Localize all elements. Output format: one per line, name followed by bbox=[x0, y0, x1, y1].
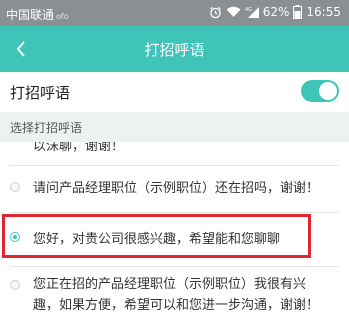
greeting-toggle-switch[interactable] bbox=[301, 80, 339, 102]
battery-percent: 62% bbox=[262, 5, 290, 19]
alarm-icon bbox=[209, 6, 221, 18]
greeting-toggle-row: 打招呼语 bbox=[0, 72, 349, 112]
toggle-knob bbox=[319, 82, 337, 100]
carrier-suffix: ofo bbox=[56, 12, 69, 21]
carrier-name: 中国联通 bbox=[6, 8, 55, 22]
status-icons: 4G 62% 16:55 bbox=[209, 5, 341, 19]
clock: 16:55 bbox=[306, 5, 341, 19]
carrier-label: 中国联通 ofo bbox=[6, 6, 69, 23]
status-bar: 中国联通 ofo 4G 62% 16:55 bbox=[0, 0, 349, 26]
section-header-label: 选择打招呼语 bbox=[10, 121, 83, 135]
greeting-toggle-label: 打招呼语 bbox=[10, 84, 71, 102]
signal-icon: 4G bbox=[245, 7, 259, 18]
greeting-item[interactable]: 请问产品经理职位（示例职位）还在招吗，谢谢！ bbox=[0, 166, 349, 212]
radio-button[interactable] bbox=[10, 182, 20, 192]
radio-button[interactable] bbox=[10, 280, 20, 290]
wifi-icon bbox=[226, 6, 241, 17]
greeting-text: 您正在招的产品经理职位（示例职位）我很有兴趣，如果方便，希望可以和您进一步沟通，… bbox=[33, 277, 320, 313]
page-title: 打招呼语 bbox=[144, 41, 205, 59]
greeting-item[interactable]: 您正在招的产品经理职位（示例职位）我很有兴趣，如果方便，希望可以和您进一步沟通，… bbox=[0, 272, 349, 329]
list-divider bbox=[10, 266, 339, 267]
list-divider bbox=[10, 212, 339, 213]
greeting-item[interactable]: 以沫聊，谢谢！ bbox=[0, 142, 349, 164]
nav-bar: 打招呼语 bbox=[0, 26, 349, 72]
greeting-text: 以沫聊，谢谢！ bbox=[33, 142, 125, 154]
greeting-text: 请问产品经理职位（示例职位）还在招吗，谢谢！ bbox=[33, 181, 320, 196]
section-header: 选择打招呼语 bbox=[0, 112, 349, 142]
selection-highlight-box bbox=[2, 214, 311, 258]
battery-icon bbox=[293, 5, 303, 19]
svg-text:4G: 4G bbox=[245, 7, 252, 13]
